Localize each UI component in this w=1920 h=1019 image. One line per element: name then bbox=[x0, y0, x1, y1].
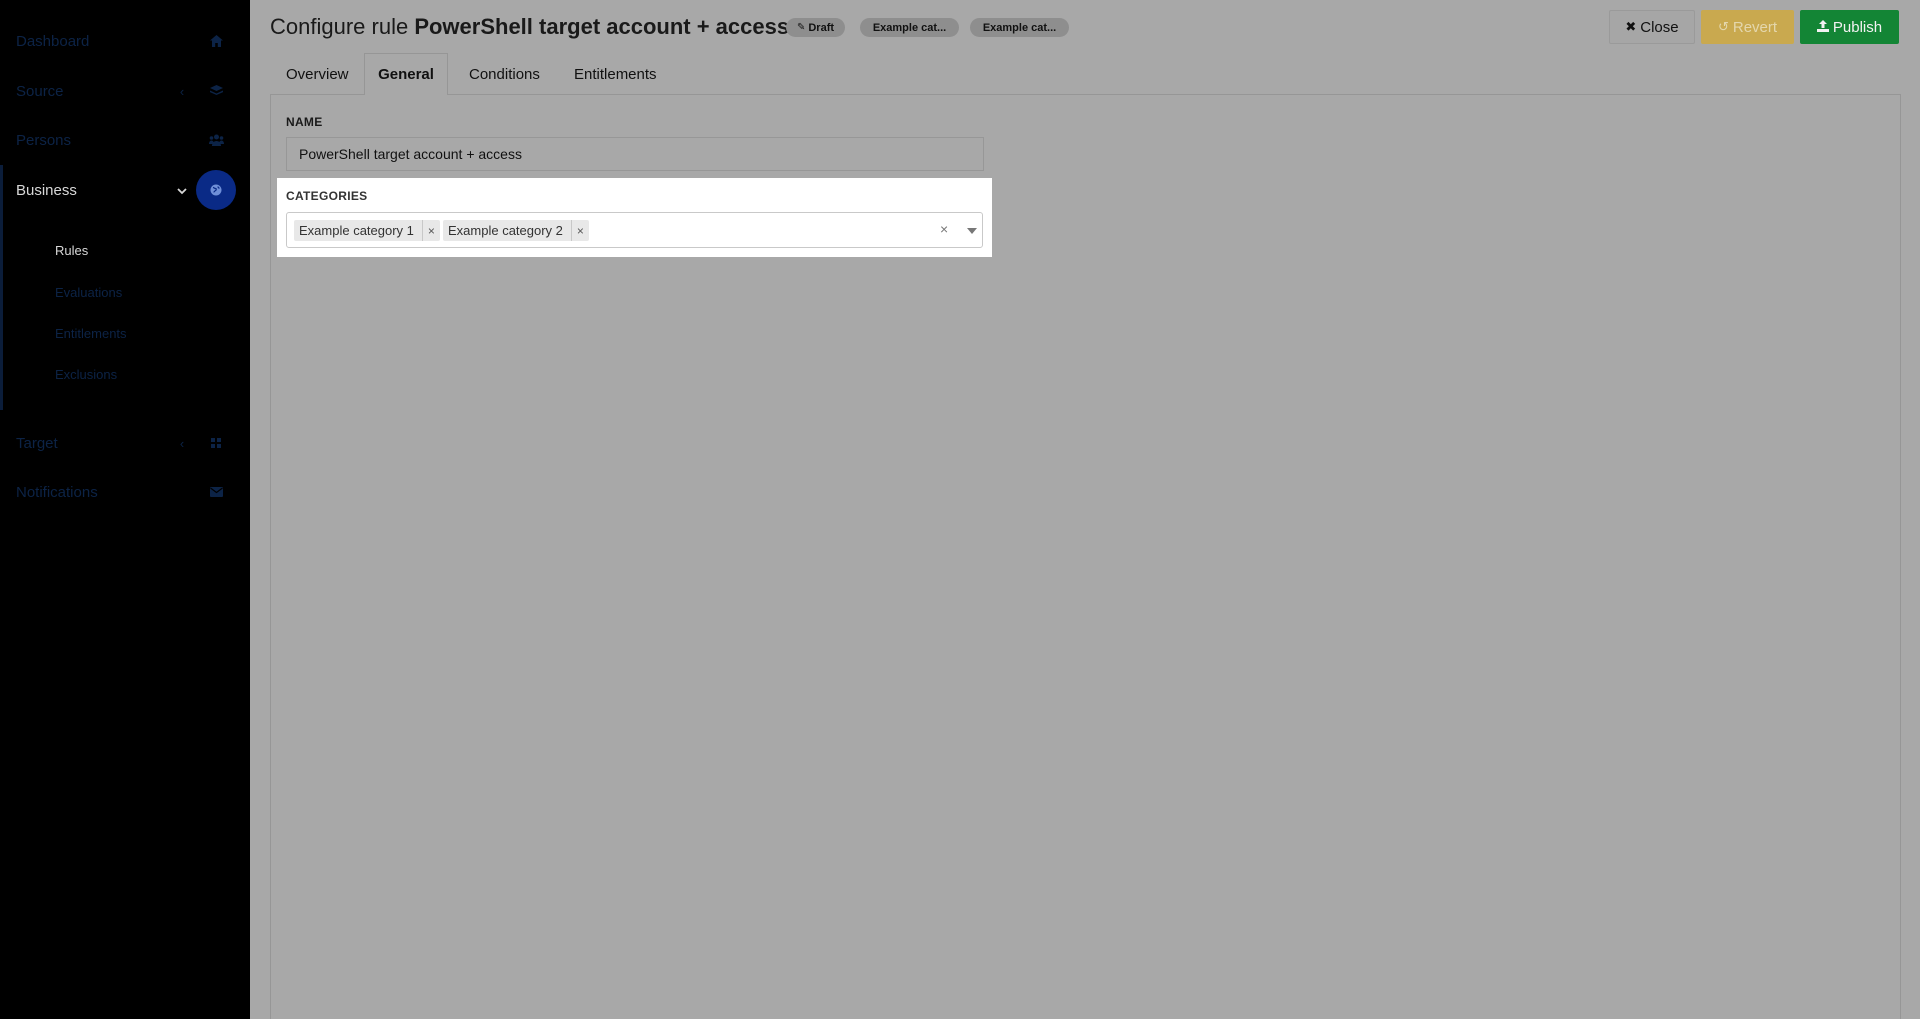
clear-all-icon[interactable]: × bbox=[940, 221, 948, 237]
category-chip-label: Example category 1 bbox=[299, 223, 414, 238]
revert-button-label: Revert bbox=[1732, 18, 1778, 36]
page-title-rule-name: PowerShell target account + access bbox=[414, 14, 790, 39]
sidebar-subitem-entitlements[interactable]: Entitlements bbox=[55, 326, 127, 341]
name-input[interactable]: PowerShell target account + access bbox=[286, 137, 984, 171]
upload-icon bbox=[1816, 19, 1829, 35]
envelope-icon bbox=[198, 474, 234, 510]
grid-icon bbox=[198, 425, 234, 461]
chevron-down-icon bbox=[176, 183, 188, 198]
sidebar-subitem-rules[interactable]: Rules bbox=[55, 243, 88, 258]
draft-badge: ✎ Draft bbox=[786, 18, 845, 37]
publish-button-label: Publish bbox=[1832, 18, 1883, 36]
sidebar-item-source[interactable]: Source ‹ bbox=[0, 66, 250, 116]
users-icon bbox=[198, 122, 234, 158]
page-title-prefix: Configure rule bbox=[270, 14, 409, 39]
category-chip-label: Example category 2 bbox=[448, 223, 563, 238]
submenu-divider bbox=[0, 215, 3, 410]
category-badge: Example cat... bbox=[970, 18, 1069, 37]
page-title: Configure rule PowerShell target account… bbox=[270, 14, 789, 40]
sidebar-item-persons[interactable]: Persons bbox=[0, 115, 250, 165]
revert-button[interactable]: ↺ Revert bbox=[1701, 10, 1794, 44]
sidebar-subitem-evaluations[interactable]: Evaluations bbox=[55, 285, 122, 300]
tab-conditions[interactable]: Conditions bbox=[469, 53, 540, 95]
name-label: NAME bbox=[286, 115, 323, 129]
tab-overview[interactable]: Overview bbox=[286, 53, 349, 95]
sidebar-item-business[interactable]: Business bbox=[0, 165, 250, 215]
publish-button[interactable]: Publish bbox=[1800, 10, 1899, 44]
remove-chip-icon[interactable]: × bbox=[570, 220, 589, 241]
dropdown-caret-icon[interactable] bbox=[967, 228, 977, 234]
home-icon bbox=[198, 23, 234, 59]
sidebar-subitem-exclusions[interactable]: Exclusions bbox=[55, 367, 117, 382]
close-icon: ✖ bbox=[1625, 19, 1637, 34]
categories-field-highlight: CATEGORIES Example category 1 × Example … bbox=[277, 178, 992, 257]
categories-select[interactable]: Example category 1 × Example category 2 … bbox=[286, 212, 983, 248]
pencil-icon: ✎ bbox=[796, 22, 806, 33]
category-chip: Example category 2 × bbox=[443, 220, 589, 241]
chevron-left-icon: ‹ bbox=[179, 83, 185, 99]
close-button-label: Close bbox=[1640, 18, 1679, 36]
remove-chip-icon[interactable]: × bbox=[421, 220, 440, 241]
categories-label: CATEGORIES bbox=[286, 189, 368, 203]
category-badge: Example cat... bbox=[860, 18, 959, 37]
close-button[interactable]: ✖ Close bbox=[1609, 10, 1695, 44]
undo-icon: ↺ bbox=[1717, 19, 1729, 34]
tab-general[interactable]: General bbox=[364, 53, 448, 95]
sidebar-item-dashboard[interactable]: Dashboard bbox=[0, 16, 250, 66]
globe-icon bbox=[196, 170, 236, 210]
sidebar-item-target[interactable]: Target ‹ bbox=[0, 418, 250, 468]
category-chip: Example category 1 × bbox=[294, 220, 440, 241]
draft-badge-label: Draft bbox=[808, 21, 835, 34]
sidebar-item-notifications[interactable]: Notifications bbox=[0, 467, 250, 517]
layers-icon bbox=[198, 73, 234, 109]
sidebar: Dashboard Source ‹ Persons Business Rule… bbox=[0, 0, 250, 1019]
chevron-left-icon: ‹ bbox=[179, 435, 185, 451]
name-input-value: PowerShell target account + access bbox=[299, 146, 522, 162]
tab-entitlements[interactable]: Entitlements bbox=[574, 53, 657, 95]
